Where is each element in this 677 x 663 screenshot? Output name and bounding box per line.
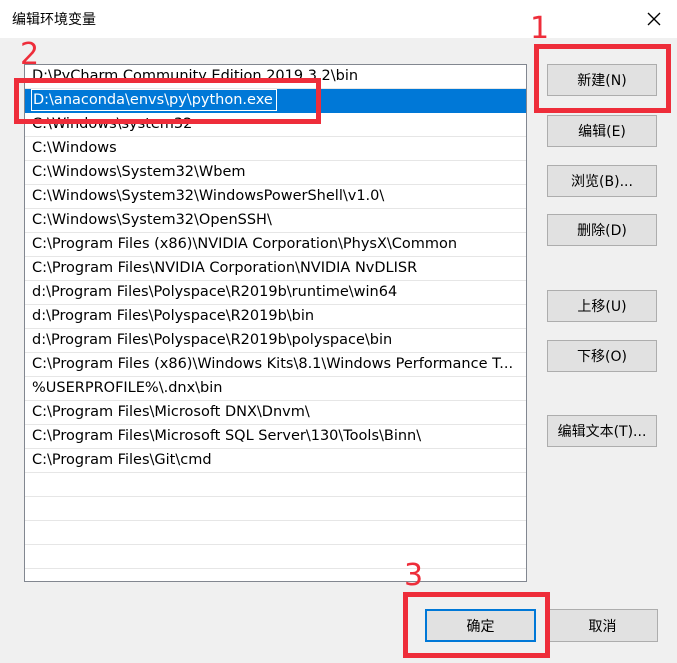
annotation-number-1: 1 bbox=[530, 11, 550, 46]
browse-button[interactable]: 浏览(B)... bbox=[547, 165, 657, 197]
list-item[interactable]: C:\Program Files\Git\cmd bbox=[25, 449, 526, 473]
list-item[interactable] bbox=[25, 473, 526, 497]
move-down-button[interactable]: 下移(O) bbox=[547, 340, 657, 372]
list-item[interactable]: C:\Windows\System32\OpenSSH\ bbox=[25, 209, 526, 233]
delete-button[interactable]: 删除(D) bbox=[547, 214, 657, 246]
list-item[interactable]: d:\Program Files\Polyspace\R2019b\polysp… bbox=[25, 329, 526, 353]
window-title: 编辑环境变量 bbox=[12, 12, 96, 28]
annotation-box-new bbox=[534, 44, 671, 113]
path-text: %USERPROFILE%\.dnx\bin bbox=[32, 380, 223, 396]
annotation-number-2: 2 bbox=[20, 37, 40, 72]
close-icon[interactable] bbox=[639, 4, 669, 34]
list-item[interactable]: C:\Program Files\NVIDIA Corporation\NVID… bbox=[25, 257, 526, 281]
annotation-box-path bbox=[14, 78, 321, 124]
path-text: d:\Program Files\Polyspace\R2019b\bin bbox=[32, 308, 315, 324]
path-text: C:\Program Files\Git\cmd bbox=[32, 452, 212, 468]
path-text: C:\Windows\System32\WindowsPowerShell\v1… bbox=[32, 188, 385, 204]
edit-button[interactable]: 编辑(E) bbox=[547, 115, 657, 147]
path-text: C:\Program Files (x86)\Windows Kits\8.1\… bbox=[32, 356, 514, 372]
list-item[interactable] bbox=[25, 545, 526, 569]
list-item[interactable] bbox=[25, 521, 526, 545]
list-item[interactable] bbox=[25, 497, 526, 521]
annotation-number-3: 3 bbox=[404, 558, 424, 593]
path-text: C:\Program Files\Microsoft DNX\Dnvm\ bbox=[32, 404, 310, 420]
path-text: C:\Program Files\Microsoft SQL Server\13… bbox=[32, 428, 422, 444]
list-item[interactable]: C:\Windows\System32\WindowsPowerShell\v1… bbox=[25, 185, 526, 209]
annotation-box-ok bbox=[403, 592, 550, 658]
list-item[interactable]: C:\Program Files\Microsoft SQL Server\13… bbox=[25, 425, 526, 449]
list-item[interactable]: %USERPROFILE%\.dnx\bin bbox=[25, 377, 526, 401]
list-item[interactable]: C:\Program Files (x86)\NVIDIA Corporatio… bbox=[25, 233, 526, 257]
list-item[interactable]: C:\Windows\System32\Wbem bbox=[25, 161, 526, 185]
title-bar: 编辑环境变量 bbox=[0, 0, 677, 38]
path-text: C:\Windows\System32\OpenSSH\ bbox=[32, 212, 272, 228]
path-text: C:\Program Files (x86)\NVIDIA Corporatio… bbox=[32, 236, 458, 252]
path-list[interactable]: D:\PyCharm Community Edition 2019.3.2\bi… bbox=[24, 64, 527, 582]
cancel-button[interactable]: 取消 bbox=[547, 609, 658, 642]
path-text: d:\Program Files\Polyspace\R2019b\runtim… bbox=[32, 284, 398, 300]
list-item[interactable]: C:\Program Files\Microsoft DNX\Dnvm\ bbox=[25, 401, 526, 425]
path-text: C:\Windows bbox=[32, 140, 117, 156]
edit-text-button[interactable]: 编辑文本(T)... bbox=[547, 415, 657, 447]
path-text: C:\Windows\System32\Wbem bbox=[32, 164, 246, 180]
path-text: d:\Program Files\Polyspace\R2019b\polysp… bbox=[32, 332, 393, 348]
list-item[interactable]: d:\Program Files\Polyspace\R2019b\runtim… bbox=[25, 281, 526, 305]
list-item[interactable]: C:\Program Files (x86)\Windows Kits\8.1\… bbox=[25, 353, 526, 377]
move-up-button[interactable]: 上移(U) bbox=[547, 290, 657, 322]
path-text: C:\Program Files\NVIDIA Corporation\NVID… bbox=[32, 260, 418, 276]
list-item[interactable]: d:\Program Files\Polyspace\R2019b\bin bbox=[25, 305, 526, 329]
list-item[interactable]: C:\Windows bbox=[25, 137, 526, 161]
